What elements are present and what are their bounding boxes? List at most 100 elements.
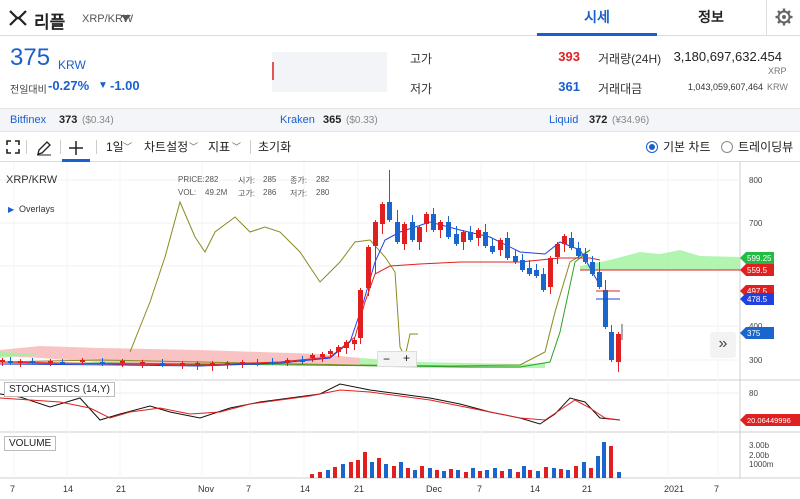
- volume-bar: [399, 462, 403, 478]
- tradingview-label[interactable]: 트레이딩뷰: [738, 132, 793, 162]
- x-tick-label: 14: [63, 484, 73, 494]
- mini-sparkline: [272, 52, 387, 92]
- amount-value: 1,043,059,607,464: [687, 82, 763, 92]
- coin-name[interactable]: 리플: [34, 8, 65, 33]
- x-tick-label: 2021: [664, 484, 684, 494]
- radio-basic-chart[interactable]: [646, 141, 658, 153]
- zoom-out-button[interactable]: −: [383, 352, 390, 366]
- candle-body: [541, 274, 546, 290]
- overlays-toggle[interactable]: Overlays: [19, 204, 55, 214]
- ohlc-high-label: 고가:: [238, 189, 255, 198]
- change-percent: -0.27%: [48, 78, 90, 93]
- chevron-down-icon[interactable]: ﹀: [232, 132, 241, 162]
- volume-label[interactable]: VOLUME: [4, 436, 57, 451]
- volume-bar: [435, 470, 439, 478]
- fullscreen-icon[interactable]: [6, 140, 20, 154]
- candle-body: [597, 272, 602, 287]
- top-header: 리플 XRP/KRW 시세 정보: [0, 0, 800, 36]
- overlays-toggle-icon[interactable]: ▶: [8, 205, 14, 214]
- candle-body: [60, 362, 65, 364]
- zoom-in-button[interactable]: +: [403, 351, 410, 365]
- cloud-green: [580, 250, 740, 270]
- volume-bar: [589, 468, 593, 478]
- chevron-down-icon[interactable]: ﹀: [189, 132, 198, 162]
- volume-bar: [566, 470, 570, 478]
- x-tick-label: Dec: [426, 484, 443, 494]
- candle-body: [513, 256, 518, 262]
- pencil-icon[interactable]: [36, 140, 52, 156]
- x-tick-label: Nov: [198, 484, 215, 494]
- volume-bar: [449, 469, 453, 478]
- candle-body: [320, 354, 325, 357]
- candle-body: [468, 232, 473, 240]
- volume-bar: [326, 470, 330, 478]
- price-tick-label: 700: [749, 219, 763, 228]
- exchange-price: 372: [589, 114, 608, 126]
- candle-body: [310, 355, 315, 358]
- chart-canvas[interactable]: 800700600400300803.00b2.00b1000m71421Nov…: [0, 162, 800, 499]
- ohlc-close: 282: [316, 175, 330, 184]
- candle-body: [160, 363, 165, 365]
- candle-body: [431, 214, 436, 230]
- scroll-right-button[interactable]: »: [710, 332, 736, 358]
- exchange-name[interactable]: Bitfinex: [10, 114, 46, 126]
- radio-tradingview[interactable]: [721, 141, 733, 153]
- candle-body: [402, 224, 407, 244]
- exchange-name[interactable]: Kraken: [280, 114, 315, 126]
- volume-bar: [363, 452, 367, 478]
- candle-body: [30, 361, 35, 363]
- candle-body: [366, 247, 371, 288]
- volume-bar: [485, 470, 489, 478]
- candle-body: [336, 347, 341, 352]
- volume-bar: [349, 462, 353, 478]
- high-value: 393: [558, 49, 580, 64]
- x-tick-label: 14: [530, 484, 540, 494]
- exchange-price: 365: [323, 114, 342, 126]
- candle-body: [534, 270, 539, 276]
- stoch-tick-label: 80: [749, 389, 758, 398]
- interval-dropdown[interactable]: 1일: [106, 132, 124, 162]
- candle-body: [225, 363, 230, 365]
- tab-info[interactable]: 정보: [657, 0, 765, 36]
- volume-bar: [420, 466, 424, 478]
- price-chart[interactable]: 800700600400300803.00b2.00b1000m71421Nov…: [0, 162, 800, 499]
- reset-button[interactable]: 초기화: [258, 132, 291, 162]
- volume-bar: [333, 467, 337, 478]
- down-arrow-icon: ▼: [98, 80, 108, 91]
- ohlc-vol-label: VOL:: [178, 188, 197, 197]
- settings-button[interactable]: [766, 0, 800, 36]
- candle-body: [576, 248, 581, 256]
- candle-body: [270, 362, 275, 364]
- crosshair-icon[interactable]: [68, 140, 84, 156]
- candle-body: [417, 227, 422, 242]
- basic-chart-label[interactable]: 기본 차트: [663, 132, 711, 162]
- candle-body: [8, 361, 13, 363]
- volume-bar: [516, 472, 520, 478]
- volume-bar: [392, 466, 396, 478]
- ohlc-price: 282: [205, 175, 219, 184]
- volume-bar: [552, 468, 556, 478]
- chart-settings-dropdown[interactable]: 차트설정: [144, 132, 188, 162]
- stochastics-label[interactable]: STOCHASTICS (14,Y): [4, 382, 115, 397]
- candle-body: [562, 236, 567, 244]
- volume-bar: [442, 471, 446, 478]
- price-badge-label: 559.5: [747, 266, 768, 275]
- candle-body: [120, 361, 125, 363]
- chevron-down-icon[interactable]: [121, 15, 131, 21]
- tab-price[interactable]: 시세: [537, 0, 657, 36]
- candle-body: [616, 334, 621, 362]
- volume-bar: [384, 464, 388, 478]
- ohlc-open-label: 시가:: [238, 176, 255, 185]
- volume-bar: [413, 470, 417, 478]
- indicators-dropdown[interactable]: 지표: [208, 132, 230, 162]
- candle-body: [395, 222, 400, 242]
- candle-body: [609, 332, 614, 360]
- x-tick-label: 7: [714, 484, 719, 494]
- price-badge-label: 599.25: [747, 254, 772, 263]
- volume-bar: [617, 472, 621, 478]
- exchange-name[interactable]: Liquid: [549, 114, 578, 126]
- chevron-down-icon[interactable]: ﹀: [123, 132, 132, 162]
- volume-bar: [310, 474, 314, 478]
- xrp-logo-icon: [9, 10, 27, 26]
- candle-body: [555, 244, 560, 257]
